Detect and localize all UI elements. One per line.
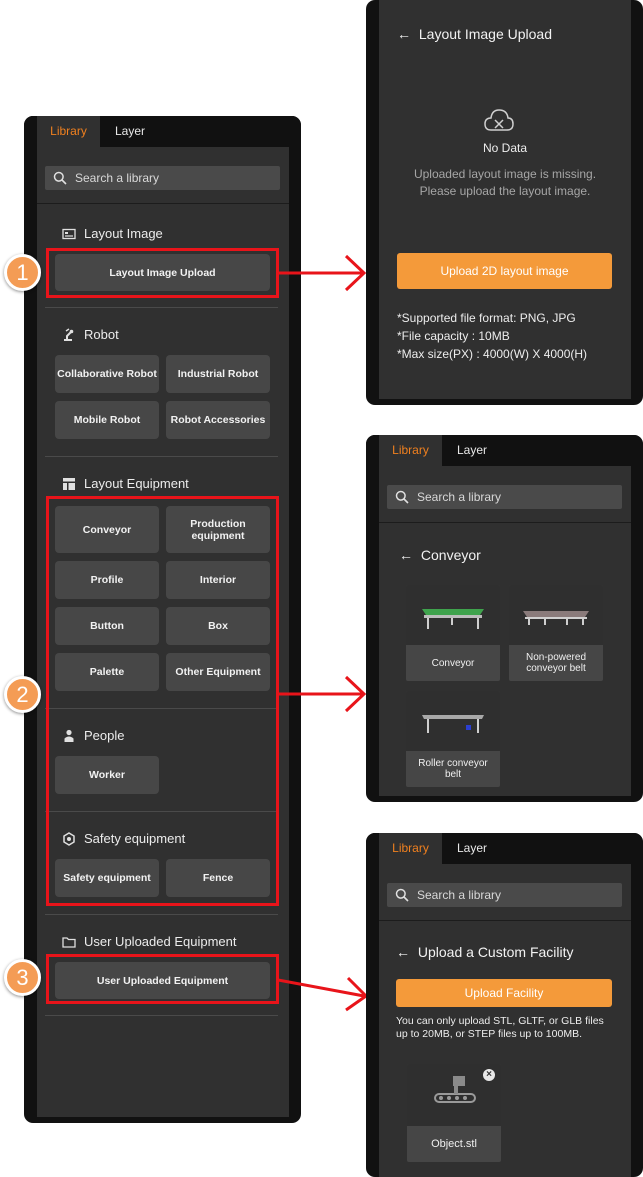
divider	[45, 1015, 278, 1016]
custom-facility-panel: Library Layer Search a library ← Upload …	[366, 833, 643, 1177]
item-label: Non-powered conveyor belt	[525, 652, 587, 674]
robot-arm-icon	[64, 328, 74, 341]
section-user-uploaded: User Uploaded Equipment	[62, 934, 272, 950]
layout-image-upload-panel: ← Layout Image Upload No Data Uploaded l…	[366, 0, 643, 405]
tab-library[interactable]: Library	[379, 435, 442, 466]
section-robot: Robot	[62, 327, 262, 343]
back-title-row[interactable]: ← Upload a Custom Facility	[396, 944, 574, 960]
conveyor-content: Search a library ← Conveyor Conveyor Non…	[379, 466, 631, 796]
callout-badge-1: 1	[4, 254, 41, 291]
remove-file-icon[interactable]: ×	[483, 1069, 495, 1081]
divider	[45, 307, 278, 308]
arrow-2	[278, 675, 367, 713]
item-card-non-powered-conveyor[interactable]: Non-powered conveyor belt	[509, 585, 603, 681]
arrow-1	[278, 254, 367, 292]
search-placeholder: Search a library	[417, 490, 502, 504]
tab-layer[interactable]: Layer	[100, 116, 160, 147]
info-format: *Supported file format: PNG, JPG	[397, 311, 576, 325]
image-icon	[62, 228, 76, 240]
tab-layer[interactable]: Layer	[442, 435, 502, 466]
upload-note-line1: You can only upload STL, GLTF, or GLB fi…	[396, 1015, 604, 1027]
callout-badge-3: 3	[4, 959, 41, 996]
divider	[379, 920, 631, 921]
item-thumbnail	[406, 691, 500, 751]
back-title-row[interactable]: ← Layout Image Upload	[397, 26, 552, 42]
layout-grid-icon	[63, 478, 75, 490]
file-name-label: Object.stl	[431, 1137, 477, 1150]
item-thumbnail	[509, 585, 603, 645]
item-card-conveyor[interactable]: Conveyor	[406, 585, 500, 681]
item-label: Conveyor	[431, 657, 475, 669]
cloud-error-icon	[484, 109, 514, 131]
back-arrow-icon[interactable]: ←	[397, 26, 411, 42]
tab-library[interactable]: Library	[37, 116, 100, 147]
section-layout-equipment: Layout Equipment	[62, 476, 262, 492]
custom-content: Search a library ← Upload a Custom Facil…	[379, 864, 631, 1177]
item-label: Roller conveyor belt	[418, 758, 488, 780]
search-input[interactable]: Search a library	[387, 883, 622, 907]
info-capacity: *File capacity : 10MB	[397, 329, 510, 343]
collaborative-robot-button[interactable]: Collaborative Robot	[55, 355, 159, 393]
roller-model-icon	[422, 715, 484, 733]
upload-2d-layout-button[interactable]: Upload 2D layout image	[397, 253, 612, 289]
tab-layer[interactable]: Layer	[442, 833, 502, 864]
search-icon	[395, 888, 409, 902]
back-arrow-icon[interactable]: ←	[399, 547, 413, 563]
page-title: Conveyor	[420, 547, 481, 563]
industrial-robot-button[interactable]: Industrial Robot	[166, 355, 270, 393]
search-placeholder: Search a library	[75, 171, 160, 185]
highlight-box-3	[46, 954, 279, 1004]
no-data-label: No Data	[482, 141, 528, 155]
divider	[45, 914, 278, 915]
section-layout-image: Layout Image	[62, 226, 262, 242]
folder-icon	[62, 937, 76, 948]
conveyor-panel: Library Layer Search a library ← Conveyo…	[366, 435, 643, 802]
tab-bar: Library Layer	[366, 435, 643, 466]
search-icon	[395, 490, 409, 504]
missing-message-line1: Uploaded layout image is missing.	[413, 167, 597, 181]
divider	[45, 456, 278, 457]
uploaded-file-card[interactable]: × Object.stl	[407, 1064, 501, 1162]
upload-content: ← Layout Image Upload No Data Uploaded l…	[379, 0, 631, 399]
search-placeholder: Search a library	[417, 888, 502, 902]
belt-model-icon	[523, 611, 589, 625]
page-title: Upload a Custom Facility	[417, 944, 574, 960]
tab-library[interactable]: Library	[379, 833, 442, 864]
highlight-box-2	[46, 496, 279, 906]
upload-facility-button[interactable]: Upload Facility	[396, 979, 612, 1007]
item-card-roller-conveyor[interactable]: Roller conveyor belt	[406, 691, 500, 787]
info-max-size: *Max size(PX) : 4000(W) X 4000(H)	[397, 347, 588, 361]
back-title-row[interactable]: ← Conveyor	[399, 547, 481, 563]
callout-badge-2: 2	[4, 676, 41, 713]
back-arrow-icon[interactable]: ←	[396, 944, 410, 960]
page-title: Layout Image Upload	[418, 26, 552, 42]
upload-note-line2: up to 20MB, or STEP files up to 100MB.	[396, 1028, 582, 1040]
search-icon	[53, 171, 67, 185]
arrow-3	[278, 976, 369, 1012]
tab-bar: Library Layer	[366, 833, 643, 864]
item-thumbnail	[406, 585, 500, 645]
search-input[interactable]: Search a library	[387, 485, 622, 509]
mobile-robot-button[interactable]: Mobile Robot	[55, 401, 159, 439]
divider	[379, 522, 631, 523]
highlight-box-1	[46, 248, 279, 298]
tab-bar: Library Layer	[24, 116, 301, 147]
divider	[37, 203, 289, 204]
robot-accessories-button[interactable]: Robot Accessories	[166, 401, 270, 439]
search-input[interactable]: Search a library	[45, 166, 280, 190]
conveyor-model-icon	[422, 609, 484, 629]
missing-message-line2: Please upload the layout image.	[419, 184, 591, 198]
